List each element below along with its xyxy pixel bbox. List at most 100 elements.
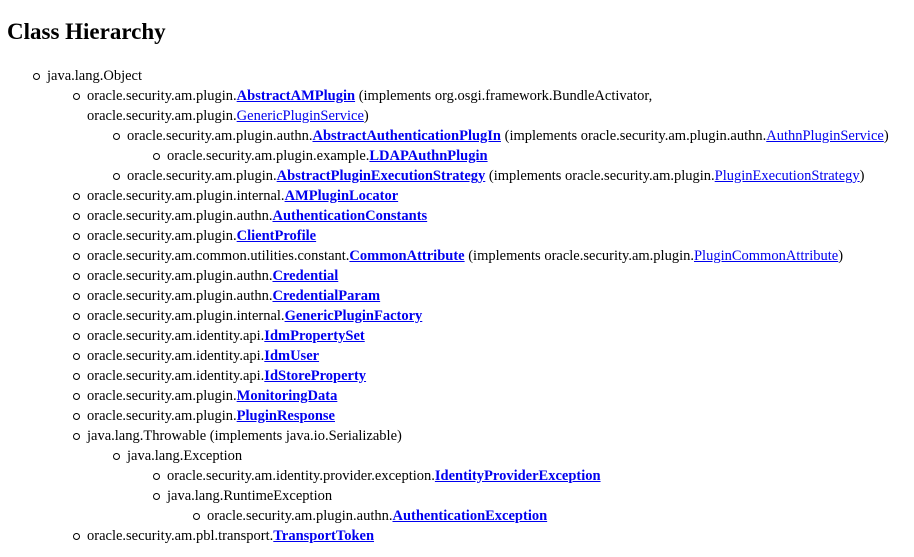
list-bullet: [33, 73, 40, 80]
interface-link[interactable]: PluginExecutionStrategy: [715, 168, 860, 184]
hierarchy-item: java.lang.RuntimeException: [167, 486, 332, 506]
class-link[interactable]: AbstractAMPlugin: [237, 88, 355, 104]
package-prefix: oracle.security.am.plugin.authn.: [87, 268, 273, 284]
package-prefix: java.lang.RuntimeException: [167, 488, 333, 504]
list-bullet: [73, 93, 80, 100]
list-bullet: [193, 513, 200, 520]
list-bullet: [73, 533, 80, 540]
hierarchy-item: oracle.security.am.plugin.authn.Abstract…: [127, 126, 889, 146]
package-prefix: oracle.security.am.plugin.authn.: [207, 508, 393, 524]
hierarchy-item: oracle.security.am.identity.api.IdmUser: [87, 346, 319, 366]
list-bullet: [73, 353, 80, 360]
package-prefix: oracle.security.am.plugin.: [87, 388, 237, 404]
class-link[interactable]: ClientProfile: [237, 228, 316, 244]
class-link[interactable]: TransportToken: [273, 528, 374, 544]
package-prefix: oracle.security.am.plugin.: [87, 228, 237, 244]
hierarchy-item: oracle.security.am.identity.api.IdStoreP…: [87, 366, 366, 386]
interface-link[interactable]: PluginCommonAttribute: [694, 248, 838, 264]
hierarchy-item: oracle.security.am.pbl.transport.Transpo…: [87, 526, 374, 546]
package-prefix: oracle.security.am.pbl.transport.: [87, 528, 274, 544]
list-bullet: [73, 293, 80, 300]
hierarchy-item: oracle.security.am.plugin.internal.AMPlu…: [87, 186, 398, 206]
interface-link[interactable]: GenericPluginService: [237, 108, 364, 124]
closing-text: ): [883, 128, 889, 144]
class-link[interactable]: GenericPluginFactory: [285, 308, 423, 324]
class-link[interactable]: CommonAttribute: [349, 248, 464, 264]
list-bullet: [73, 313, 80, 320]
hierarchy-item: oracle.security.am.common.utilities.cons…: [87, 246, 843, 266]
list-bullet: [113, 133, 120, 140]
package-prefix: oracle.security.am.plugin.authn.: [87, 208, 273, 224]
list-bullet: [73, 373, 80, 380]
package-prefix: oracle.security.am.identity.provider.exc…: [167, 468, 435, 484]
package-prefix: java.lang.Throwable (implements java.io.…: [87, 428, 402, 444]
package-prefix: java.lang.Object: [47, 68, 143, 84]
package-prefix: oracle.security.am.plugin.internal.: [87, 188, 285, 204]
list-bullet: [73, 213, 80, 220]
package-prefix: oracle.security.am.identity.api.: [87, 348, 265, 364]
hierarchy-item: oracle.security.am.plugin.AbstractPlugin…: [127, 166, 865, 186]
package-prefix: oracle.security.am.plugin.authn.: [87, 288, 273, 304]
hierarchy-item: oracle.security.am.plugin.MonitoringData: [87, 386, 337, 406]
package-prefix: oracle.security.am.plugin.: [87, 108, 237, 124]
package-prefix: oracle.security.am.plugin.authn.: [127, 128, 313, 144]
implements-text: (implements org.osgi.framework.BundleAct…: [355, 88, 653, 104]
package-prefix: java.lang.Exception: [127, 448, 243, 464]
list-bullet: [73, 273, 80, 280]
package-prefix: oracle.security.am.identity.api.: [87, 368, 265, 384]
list-bullet: [73, 193, 80, 200]
class-link[interactable]: MonitoringData: [237, 388, 338, 404]
closing-text: ): [838, 248, 844, 264]
list-bullet: [73, 233, 80, 240]
hierarchy-item: oracle.security.am.plugin.authn.Credenti…: [87, 286, 380, 306]
hierarchy-item: oracle.security.am.plugin.AbstractAMPlug…: [87, 86, 652, 106]
list-bullet: [73, 433, 80, 440]
interface-link[interactable]: AuthnPluginService: [766, 128, 884, 144]
hierarchy-item: oracle.security.am.plugin.example.LDAPAu…: [167, 146, 488, 166]
page-title: Class Hierarchy: [7, 19, 166, 44]
hierarchy-item: oracle.security.am.plugin.GenericPluginS…: [87, 106, 369, 126]
class-link[interactable]: AuthenticationConstants: [272, 208, 427, 224]
package-prefix: oracle.security.am.plugin.example.: [167, 148, 370, 164]
package-prefix: oracle.security.am.identity.api.: [87, 328, 265, 344]
class-link[interactable]: Credential: [272, 268, 338, 284]
hierarchy-item: oracle.security.am.plugin.PluginResponse: [87, 406, 335, 426]
list-bullet: [73, 333, 80, 340]
hierarchy-item: oracle.security.am.plugin.authn.Authenti…: [87, 206, 427, 226]
implements-text: (implements oracle.security.am.plugin.: [464, 248, 694, 264]
list-bullet: [73, 413, 80, 420]
implements-text: (implements oracle.security.am.plugin.: [485, 168, 715, 184]
list-bullet: [113, 173, 120, 180]
implements-text: (implements oracle.security.am.plugin.au…: [501, 128, 767, 144]
class-link[interactable]: IdStoreProperty: [264, 368, 366, 384]
list-bullet: [153, 493, 160, 500]
package-prefix: oracle.security.am.plugin.: [87, 408, 237, 424]
package-prefix: oracle.security.am.common.utilities.cons…: [87, 248, 350, 264]
closing-text: ): [363, 108, 369, 124]
package-prefix: oracle.security.am.plugin.: [87, 88, 237, 104]
class-link[interactable]: IdmPropertySet: [264, 328, 364, 344]
package-prefix: oracle.security.am.plugin.internal.: [87, 308, 285, 324]
hierarchy-item: oracle.security.am.plugin.authn.Credenti…: [87, 266, 338, 286]
list-bullet: [73, 253, 80, 260]
class-link[interactable]: LDAPAuthnPlugin: [369, 148, 487, 164]
class-link[interactable]: AbstractPluginExecutionStrategy: [277, 168, 486, 184]
hierarchy-item: oracle.security.am.identity.api.IdmPrope…: [87, 326, 365, 346]
class-link[interactable]: IdentityProviderException: [435, 468, 601, 484]
hierarchy-item: java.lang.Exception: [127, 446, 242, 466]
hierarchy-item: oracle.security.am.plugin.ClientProfile: [87, 226, 316, 246]
hierarchy-item: java.lang.Object: [47, 66, 142, 86]
hierarchy-item: oracle.security.am.plugin.authn.Authenti…: [207, 506, 547, 526]
hierarchy-item: java.lang.Throwable (implements java.io.…: [87, 426, 402, 446]
list-bullet: [113, 453, 120, 460]
list-bullet: [153, 473, 160, 480]
class-link[interactable]: AuthenticationException: [392, 508, 547, 524]
class-link[interactable]: IdmUser: [264, 348, 319, 364]
class-link[interactable]: AMPluginLocator: [285, 188, 399, 204]
class-link[interactable]: AbstractAuthenticationPlugIn: [312, 128, 501, 144]
list-bullet: [73, 393, 80, 400]
class-link[interactable]: PluginResponse: [237, 408, 335, 424]
package-prefix: oracle.security.am.plugin.: [127, 168, 277, 184]
class-link[interactable]: CredentialParam: [272, 288, 380, 304]
hierarchy-item: oracle.security.am.plugin.internal.Gener…: [87, 306, 422, 326]
